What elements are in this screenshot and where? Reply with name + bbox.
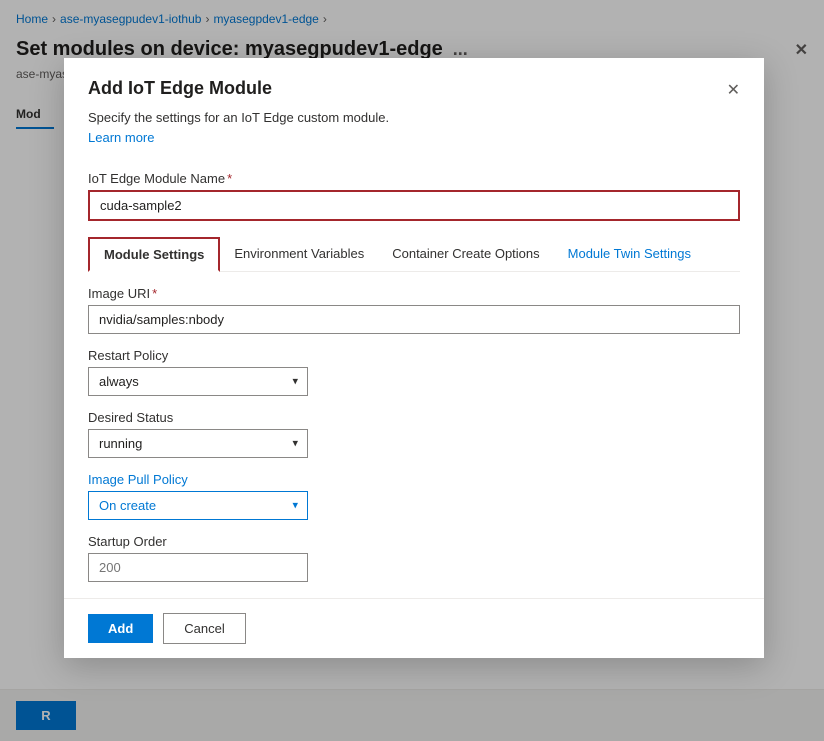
learn-more-link[interactable]: Learn more bbox=[64, 128, 764, 157]
modal-description: Specify the settings for an IoT Edge cus… bbox=[64, 100, 764, 128]
modal-close-button[interactable]: ✕ bbox=[727, 80, 740, 100]
module-name-label: IoT Edge Module Name* bbox=[88, 171, 740, 186]
desired-status-label: Desired Status bbox=[88, 410, 740, 425]
add-iot-module-modal: Add IoT Edge Module ✕ Specify the settin… bbox=[64, 58, 764, 658]
image-pull-policy-label: Image Pull Policy bbox=[88, 472, 740, 487]
modal-header: Add IoT Edge Module ✕ bbox=[64, 58, 764, 100]
add-button[interactable]: Add bbox=[88, 614, 153, 643]
image-uri-input[interactable] bbox=[88, 305, 740, 334]
module-name-input[interactable] bbox=[88, 190, 740, 221]
restart-policy-wrapper: always never on-failure on-unhealthy ▾ bbox=[88, 367, 308, 396]
image-pull-policy-wrapper: On create Never ▾ bbox=[88, 491, 308, 520]
tab-module-settings[interactable]: Module Settings bbox=[88, 237, 220, 272]
image-uri-label: Image URI* bbox=[88, 286, 740, 301]
desired-status-select[interactable]: running stopped bbox=[88, 429, 308, 458]
modal-body: IoT Edge Module Name* Module Settings En… bbox=[64, 171, 764, 598]
module-name-required: * bbox=[227, 171, 232, 186]
tab-module-twin-settings[interactable]: Module Twin Settings bbox=[554, 238, 705, 271]
tab-environment-variables[interactable]: Environment Variables bbox=[220, 238, 378, 271]
restart-policy-label: Restart Policy bbox=[88, 348, 740, 363]
desired-status-wrapper: running stopped ▾ bbox=[88, 429, 308, 458]
cancel-button[interactable]: Cancel bbox=[163, 613, 245, 644]
startup-order-input[interactable] bbox=[88, 553, 308, 582]
modal-title: Add IoT Edge Module bbox=[88, 78, 727, 99]
module-tabs: Module Settings Environment Variables Co… bbox=[88, 237, 740, 272]
image-pull-policy-select[interactable]: On create Never bbox=[88, 491, 308, 520]
startup-order-label: Startup Order bbox=[88, 534, 740, 549]
modal-footer: Add Cancel bbox=[64, 598, 764, 658]
tab-container-create-options[interactable]: Container Create Options bbox=[378, 238, 553, 271]
restart-policy-select[interactable]: always never on-failure on-unhealthy bbox=[88, 367, 308, 396]
image-uri-required: * bbox=[152, 286, 157, 301]
